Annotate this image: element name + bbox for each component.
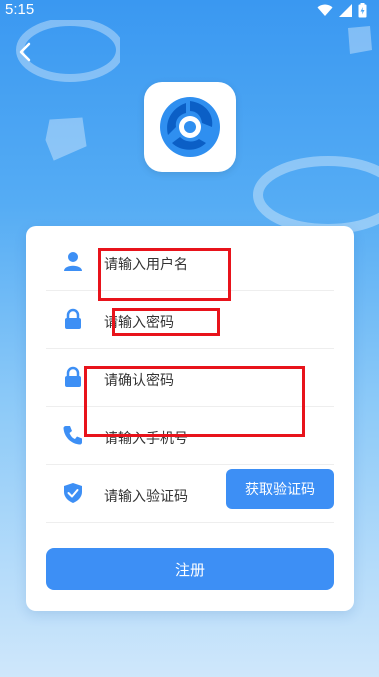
wifi-icon	[317, 4, 333, 16]
user-icon	[62, 250, 84, 272]
decor-ring-top	[16, 20, 120, 82]
decor-crystal-right	[348, 26, 372, 54]
highlight-box-password	[112, 308, 220, 336]
app-logo-icon	[160, 97, 220, 157]
phone-icon	[62, 424, 84, 446]
verify-code-input[interactable]: 请输入验证码	[104, 486, 188, 506]
app-logo	[144, 82, 236, 172]
status-time: 5:15	[5, 1, 35, 18]
get-code-button[interactable]: 获取验证码	[226, 469, 334, 509]
signal-icon	[339, 4, 352, 17]
battery-icon	[358, 3, 367, 18]
shield-check-icon	[62, 482, 84, 504]
status-bar: 5:15	[0, 0, 379, 22]
status-icons	[317, 3, 367, 18]
lock-icon	[62, 366, 84, 388]
register-button[interactable]: 注册	[46, 548, 334, 590]
decor-crystal-left	[45, 117, 87, 161]
highlight-box-confirm-phone	[84, 366, 305, 437]
highlight-box-username	[98, 248, 231, 301]
lock-icon	[62, 308, 84, 330]
